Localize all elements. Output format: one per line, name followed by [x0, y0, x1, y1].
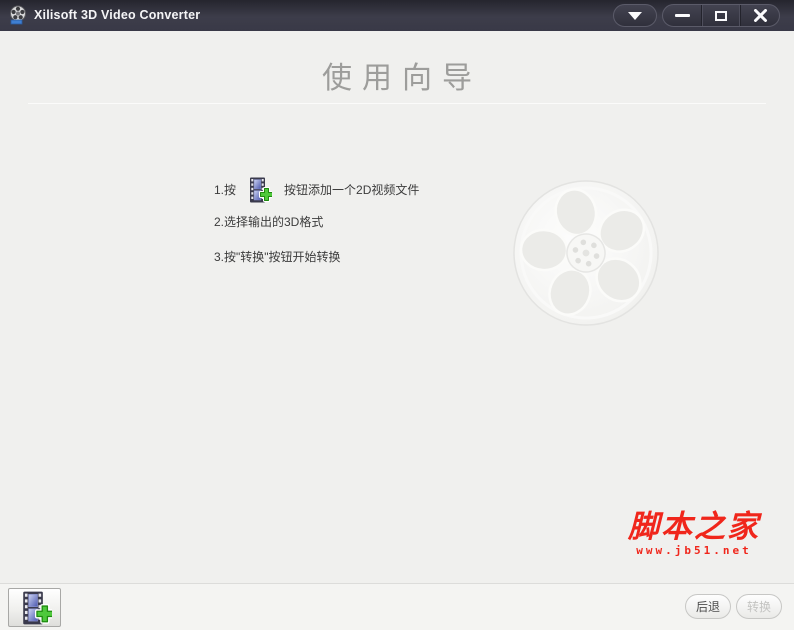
wizard-step-3: 3.按"转换"按钮开始转换 — [214, 250, 341, 264]
footer-actions: 后退 转换 — [684, 594, 782, 619]
add-video-button[interactable] — [8, 588, 61, 627]
site-watermark-name: 脚本之家 — [628, 509, 760, 545]
site-watermark: 脚本之家 www.jb51.net — [628, 511, 760, 557]
step1-prefix: 1.按 — [214, 183, 237, 197]
wizard-step-2: 2.选择输出的3D格式 — [214, 215, 324, 229]
footer-toolbar: 后退 转换 — [0, 583, 794, 630]
convert-button[interactable]: 转换 — [735, 594, 782, 619]
title-divider — [28, 103, 766, 104]
minimize-icon — [674, 14, 690, 17]
window-controls — [613, 4, 780, 27]
site-watermark-url: www.jb51.net — [636, 544, 752, 557]
maximize-button[interactable] — [701, 5, 741, 26]
wizard-step-1: 1.按 按钮添加一个2D视频文件 — [214, 175, 419, 205]
chevron-down-icon — [628, 11, 642, 20]
maximize-icon — [715, 10, 727, 21]
add-video-filmstrip-icon — [246, 177, 275, 203]
app-window: Xilisoft 3D Video Converter 使用向导 1.按 按钮添… — [0, 0, 794, 630]
step1-suffix: 按钮添加一个2D视频文件 — [284, 183, 420, 197]
window-buttons-group — [662, 4, 780, 27]
page-title: 使用向导 — [322, 61, 482, 96]
back-button[interactable]: 后退 — [684, 594, 731, 619]
menu-button[interactable] — [613, 4, 657, 27]
app-logo-icon — [8, 5, 28, 25]
minimize-button[interactable] — [663, 5, 701, 26]
close-button[interactable] — [741, 5, 779, 26]
wizard-panel: 使用向导 1.按 按钮添加一个2D视频文件 2.选择输出的3D格式 3.按"转换… — [0, 31, 794, 583]
close-icon — [753, 9, 767, 22]
add-video-filmstrip-icon — [18, 591, 55, 625]
titlebar: Xilisoft 3D Video Converter — [0, 0, 794, 31]
window-title: Xilisoft 3D Video Converter — [34, 8, 201, 22]
film-reel-watermark-icon — [510, 177, 662, 329]
